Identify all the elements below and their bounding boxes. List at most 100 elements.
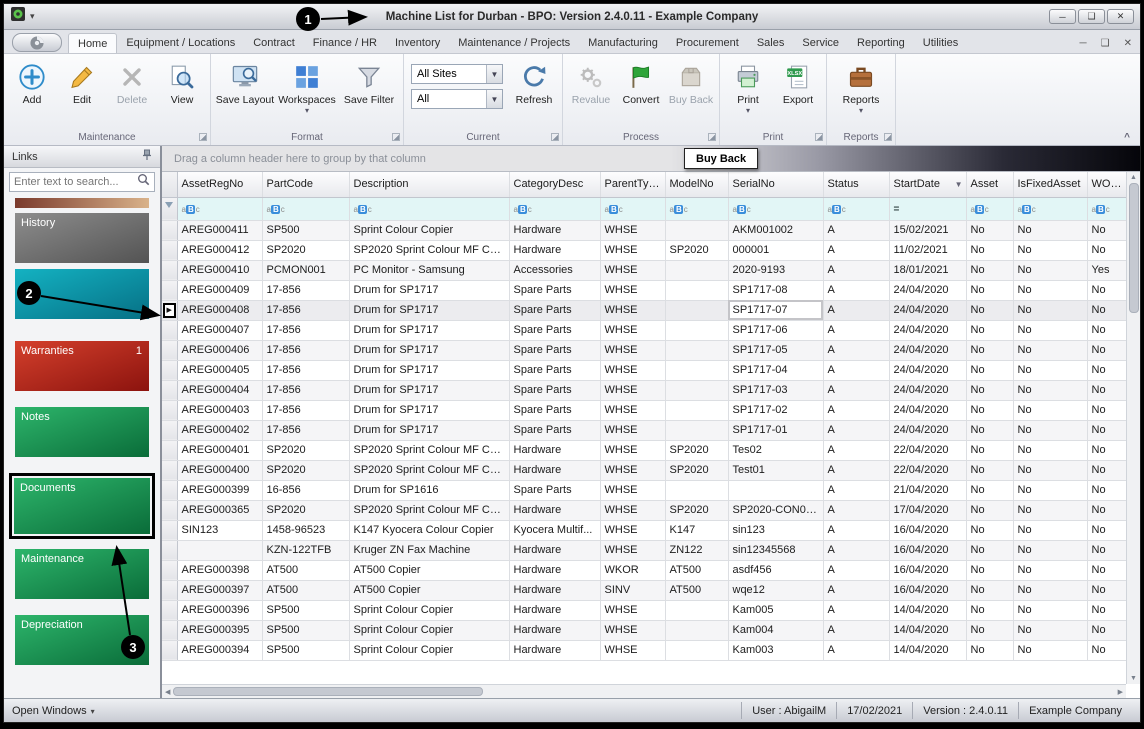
grid-cell[interactable]: AT500 [262,560,349,580]
scroll-down-icon[interactable]: ▼ [1130,675,1137,682]
grid-cell[interactable]: WHSE [600,600,665,620]
grid-cell[interactable]: Drum for SP1717 [349,360,509,380]
grid-cell[interactable]: No [966,640,1013,660]
grid-cell[interactable]: 2020-9193 [728,260,823,280]
buy-back-floating-button[interactable]: Buy Back [684,148,758,169]
column-header-categorydesc[interactable]: CategoryDesc [509,172,600,197]
grid-cell[interactable]: Drum for SP1717 [349,280,509,300]
grid-row[interactable]: AREG00039916-856Drum for SP1616Spare Par… [162,480,1126,500]
grid-cell[interactable] [665,640,728,660]
grid-cell[interactable]: No [1013,320,1087,340]
grid-row[interactable]: AREG00040417-856Drum for SP1717Spare Par… [162,380,1126,400]
grid-cell[interactable]: A [823,460,889,480]
sidebar-tile-warranties[interactable]: Warranties1 [15,341,149,391]
tab-inventory[interactable]: Inventory [386,33,449,53]
grid-cell[interactable]: 14/04/2020 [889,640,966,660]
grid-cell[interactable]: 24/04/2020 [889,420,966,440]
grid-cell[interactable]: 24/04/2020 [889,360,966,380]
grid-cell[interactable]: No [966,600,1013,620]
sidebar-tile-depreciation[interactable]: Depreciation [15,615,149,665]
filter-cell-categorydesc[interactable]: aBc [509,197,600,220]
grid-cell[interactable]: WHSE [600,400,665,420]
grid-cell[interactable]: No [1013,640,1087,660]
grid-cell[interactable]: SP2020 [262,440,349,460]
grid-cell[interactable]: Spare Parts [509,320,600,340]
grid-cell[interactable]: AREG000395 [177,620,262,640]
grid-cell[interactable]: K147 Kyocera Colour Copier [349,520,509,540]
grid-cell[interactable]: A [823,360,889,380]
grid-cell[interactable]: A [823,480,889,500]
grid-cell[interactable]: Hardware [509,500,600,520]
grid-cell[interactable]: SP500 [262,620,349,640]
grid-cell[interactable]: No [1013,300,1087,320]
grid-cell[interactable]: No [966,360,1013,380]
grid-cell[interactable]: No [1013,420,1087,440]
grid-cell[interactable]: A [823,600,889,620]
grid-cell[interactable]: WHSE [600,500,665,520]
grid-cell[interactable]: 17-856 [262,340,349,360]
grid-cell[interactable]: A [823,520,889,540]
grid-cell[interactable]: SINV [600,580,665,600]
column-header-serialno[interactable]: SerialNo [728,172,823,197]
grid-cell[interactable]: AREG000396 [177,600,262,620]
grid-cell[interactable]: WHSE [600,520,665,540]
grid-cell[interactable]: 21/04/2020 [889,480,966,500]
grid-cell[interactable]: SP1717-07 [728,300,823,320]
grid-cell[interactable]: Hardware [509,600,600,620]
grid-cell[interactable]: AREG000401 [177,440,262,460]
grid-cell[interactable]: AREG000408 [177,300,262,320]
grid-cell[interactable]: 22/04/2020 [889,440,966,460]
grid-cell[interactable]: No [1013,520,1087,540]
grid-cell[interactable]: No [1087,440,1126,460]
filter-cell-parenttype[interactable]: aBc [600,197,665,220]
grid-cell[interactable]: A [823,220,889,240]
grid-cell[interactable]: Spare Parts [509,340,600,360]
grid-cell[interactable]: AREG000405 [177,360,262,380]
convert-button[interactable]: Convert [616,58,666,108]
grid-cell[interactable]: No [966,520,1013,540]
grid-cell[interactable] [665,480,728,500]
grid-cell[interactable]: AREG000394 [177,640,262,660]
grid-cell[interactable]: SP1717-03 [728,380,823,400]
print-button[interactable]: Print ▾ [723,58,773,117]
filter-dropdown-icon[interactable]: ▼ [955,180,963,189]
grid-cell[interactable]: WHSE [600,640,665,660]
grid-cell[interactable]: WHSE [600,340,665,360]
workspaces-button[interactable]: Workspaces ▾ [276,58,338,117]
grid-cell[interactable]: AREG000404 [177,380,262,400]
grid-cell[interactable]: Drum for SP1616 [349,480,509,500]
grid-cell[interactable]: Hardware [509,240,600,260]
grid-row[interactable]: SIN1231458-96523K147 Kyocera Colour Copi… [162,520,1126,540]
filter-cell-assetregno[interactable]: aBc [177,197,262,220]
filter-cell-description[interactable]: aBc [349,197,509,220]
grid-cell[interactable]: Hardware [509,440,600,460]
minimize-button[interactable]: ─ [1049,9,1076,24]
column-header-asset[interactable]: Asset [966,172,1013,197]
grid-cell[interactable]: 24/04/2020 [889,380,966,400]
sidebar-tile-notes[interactable]: Notes [15,407,149,457]
grid-cell[interactable]: 16-856 [262,480,349,500]
vertical-scroll-thumb[interactable] [1129,183,1139,313]
ribbon-collapse-icon[interactable]: ^ [1124,132,1130,143]
grid-cell[interactable]: PCMON001 [262,260,349,280]
dialog-launcher-icon[interactable] [708,133,716,141]
grid-cell[interactable]: Kam004 [728,620,823,640]
column-header-woatta[interactable]: WOAtta... [1087,172,1126,197]
grid-cell[interactable]: Hardware [509,640,600,660]
grid-cell[interactable] [665,360,728,380]
grid-cell[interactable]: No [966,460,1013,480]
grid-cell[interactable]: No [1087,600,1126,620]
mdi-restore-icon[interactable]: ❑ [1101,38,1110,49]
column-header-partcode[interactable]: PartCode [262,172,349,197]
grid-cell[interactable]: SP2020 [665,440,728,460]
open-windows-button[interactable]: Open Windows▾ [12,705,95,717]
grid-cell[interactable]: asdf456 [728,560,823,580]
grid-cell[interactable]: WHSE [600,280,665,300]
grid-cell[interactable]: Spare Parts [509,360,600,380]
grid-cell[interactable]: No [966,440,1013,460]
grid-cell[interactable]: 17-856 [262,400,349,420]
grid-cell[interactable]: SP2020 [665,240,728,260]
grid-cell[interactable]: No [1087,240,1126,260]
tab-sales[interactable]: Sales [748,33,794,53]
grid-cell[interactable]: No [1087,280,1126,300]
